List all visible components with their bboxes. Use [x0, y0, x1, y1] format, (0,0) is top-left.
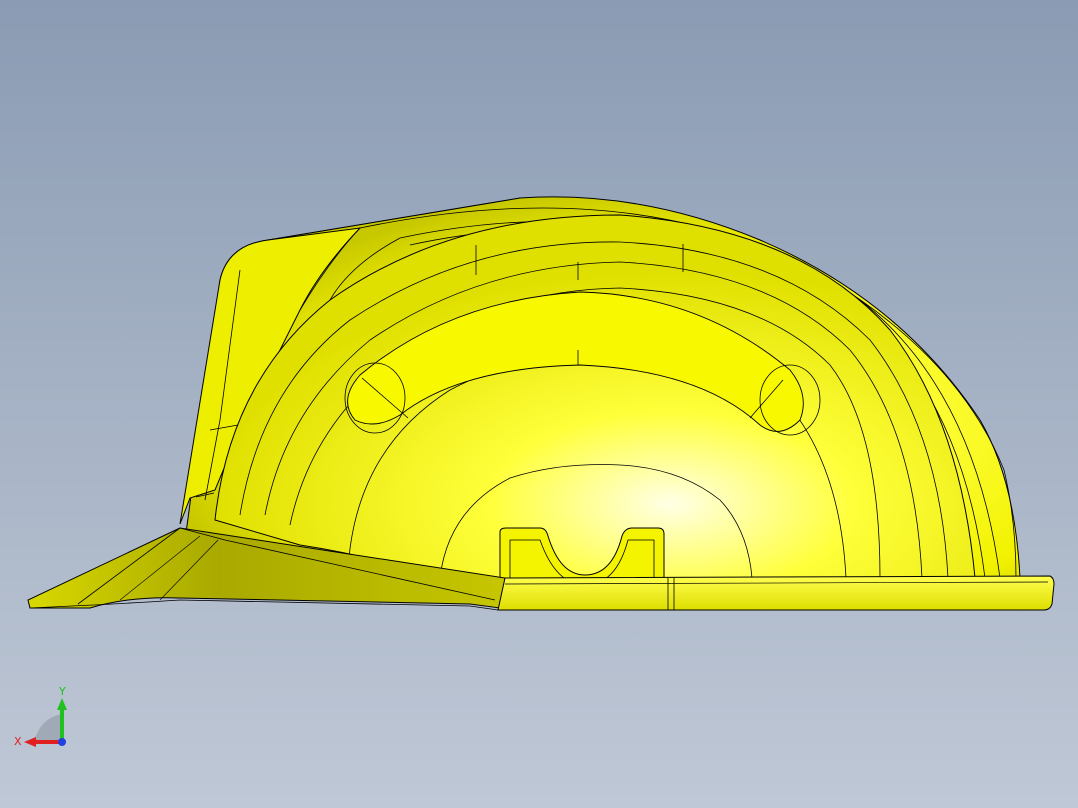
x-axis-label: X	[14, 735, 22, 748]
graphics-viewport[interactable]: Y X	[0, 0, 1078, 808]
triad-plane-shade	[34, 714, 62, 742]
coordinate-triad: Y X	[14, 685, 67, 748]
hard-hat-model[interactable]	[0, 0, 1078, 808]
rim-band	[497, 575, 1055, 611]
z-axis-dot	[58, 738, 66, 746]
y-axis-label: Y	[58, 685, 66, 698]
